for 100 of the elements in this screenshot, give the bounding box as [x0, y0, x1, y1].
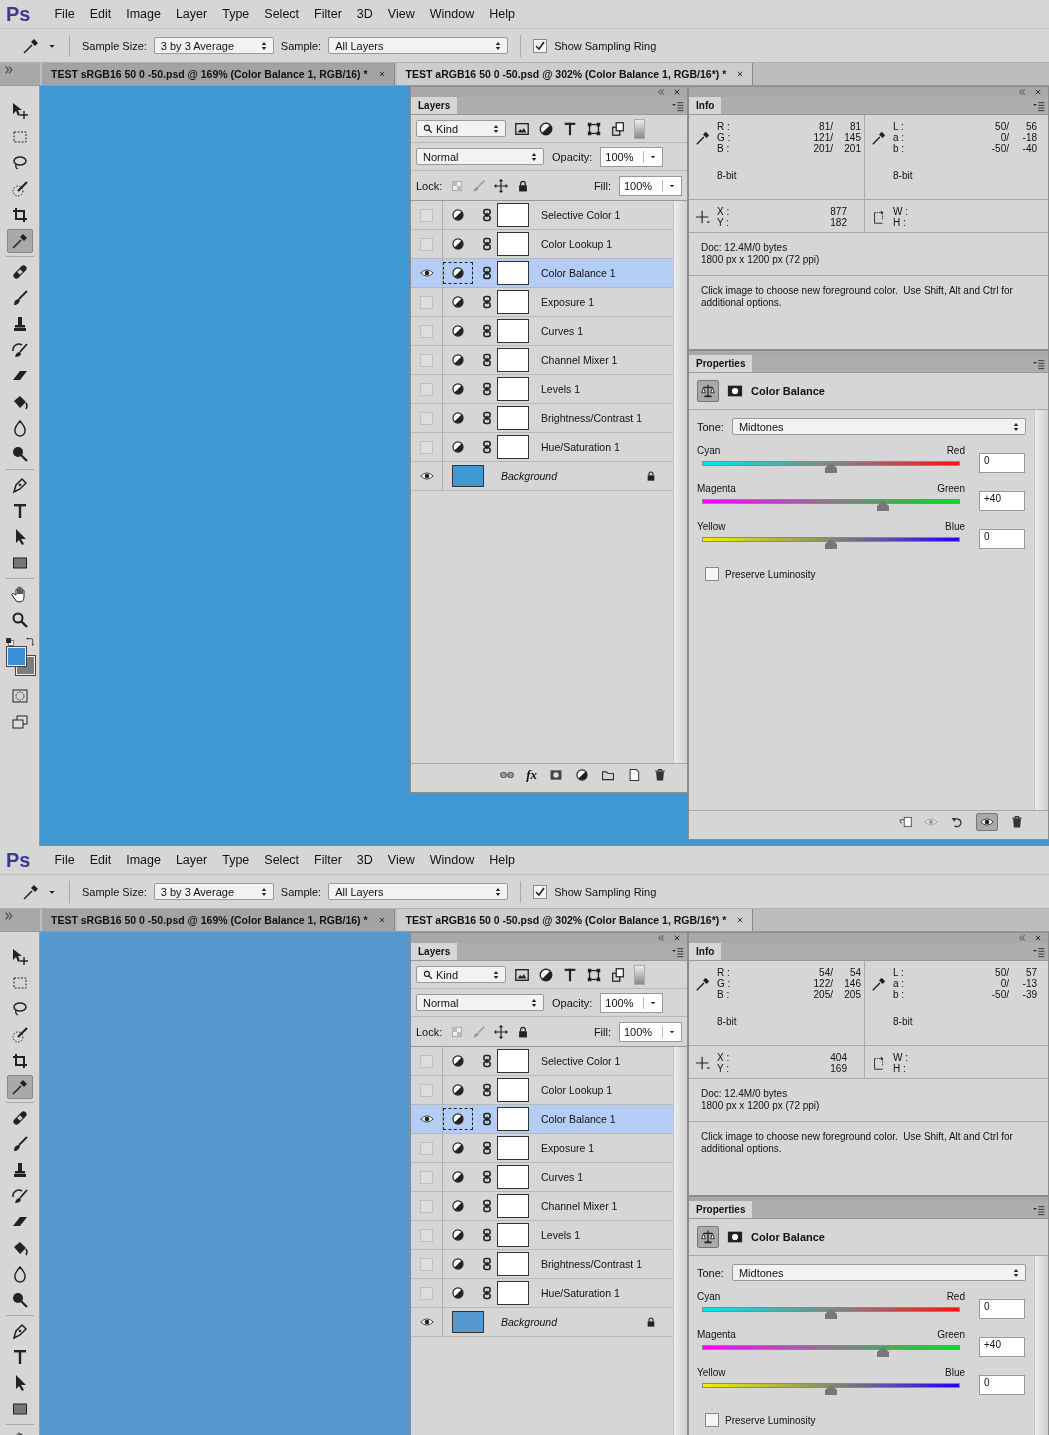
panel-tab[interactable]: Layers [411, 97, 458, 114]
slider-thumb[interactable] [825, 539, 837, 549]
chain-link-icon[interactable] [480, 382, 494, 396]
filter-toggle[interactable] [634, 964, 645, 985]
chain-link-icon[interactable] [480, 266, 494, 280]
menu-item[interactable]: Filter [314, 853, 342, 867]
swap-colors-icon[interactable] [24, 637, 35, 647]
sampling-ring-checkbox[interactable] [533, 884, 548, 899]
menu-item[interactable]: Select [264, 7, 300, 21]
smart-object-filter-icon[interactable] [610, 120, 626, 137]
eyedropper-icon[interactable] [695, 975, 711, 992]
chain-link-icon[interactable] [480, 1228, 494, 1242]
sample-size-dropdown[interactable]: 3 by 3 Average [153, 883, 274, 900]
layer-row[interactable]: Curves 1 [411, 1163, 673, 1192]
menu-item[interactable]: Type [222, 7, 250, 21]
opacity-field[interactable]: 100% [600, 992, 664, 1013]
slider-track[interactable] [702, 1304, 960, 1319]
layer-row[interactable]: Selective Color 1 [411, 1047, 673, 1076]
slider-thumb[interactable] [876, 1347, 889, 1357]
close-icon[interactable] [1034, 934, 1042, 942]
document-tab[interactable]: TEST sRGB16 50 0 -50.psd @ 169% (Color Balance 1, RGB/16) * [42, 909, 395, 931]
slider-track[interactable] [702, 1380, 960, 1395]
slider-track[interactable] [702, 1342, 960, 1357]
visibility-toggle[interactable] [420, 295, 433, 309]
layer-row[interactable]: Levels 1 [411, 1221, 673, 1250]
eye-icon[interactable] [419, 1315, 434, 1329]
eyedropper-icon[interactable] [22, 882, 40, 901]
close-icon[interactable] [736, 70, 745, 78]
sample-dropdown[interactable]: All Layers [328, 37, 509, 54]
layer-row[interactable]: Color Balance 1 [411, 259, 673, 288]
filter-kind-dropdown[interactable]: Kind [416, 120, 506, 137]
menu-item[interactable]: Image [126, 853, 161, 867]
collapse-icon[interactable] [1018, 934, 1026, 942]
sample-dropdown[interactable]: All Layers [328, 883, 509, 900]
panel-menu-icon[interactable] [1033, 1203, 1045, 1216]
layer-row[interactable]: Exposure 1 [411, 288, 673, 317]
layer-row[interactable]: Background [411, 462, 673, 491]
menu-item[interactable]: Window [429, 853, 475, 867]
visibility-toggle[interactable] [420, 382, 433, 396]
chain-link-icon[interactable] [480, 440, 494, 454]
eyedropper-icon[interactable] [22, 36, 40, 55]
slider-track[interactable] [702, 496, 960, 511]
lock-position-icon[interactable] [494, 1024, 509, 1039]
crosshair-icon[interactable] [695, 1055, 711, 1071]
panel-menu-icon[interactable] [672, 945, 684, 958]
panel-tab[interactable]: Layers [411, 943, 458, 960]
chain-link-icon[interactable] [480, 208, 494, 222]
eye-icon[interactable] [419, 469, 434, 483]
chain-link-icon[interactable] [480, 237, 494, 251]
menu-item[interactable]: View [387, 7, 415, 21]
reset-icon[interactable] [950, 815, 964, 829]
preserve-luminosity-checkbox[interactable] [705, 567, 719, 581]
layer-row[interactable]: Exposure 1 [411, 1134, 673, 1163]
visibility-toggle[interactable] [420, 1054, 433, 1068]
layer-row[interactable]: Hue/Saturation 1 [411, 433, 673, 462]
adjustment-filter-icon[interactable] [538, 966, 554, 983]
visibility-toggle[interactable] [420, 208, 433, 222]
close-icon[interactable] [377, 70, 386, 78]
chain-link-icon[interactable] [480, 353, 494, 367]
visibility-toggle[interactable] [420, 1257, 433, 1271]
menu-item[interactable]: Type [222, 853, 250, 867]
document-tab[interactable]: TEST aRGB16 50 0 -50.psd @ 302% (Color Balance 1, RGB/16*) * [396, 909, 754, 931]
folder-icon[interactable] [601, 768, 615, 782]
chain-link-icon[interactable] [480, 295, 494, 309]
scrollbar[interactable] [1034, 410, 1048, 810]
smart-object-filter-icon[interactable] [610, 966, 626, 983]
panel-tab[interactable]: Info [689, 943, 722, 960]
image-filter-icon[interactable] [514, 966, 530, 983]
slider-thumb[interactable] [876, 501, 889, 511]
visibility-toggle[interactable] [420, 324, 433, 338]
mask-icon[interactable] [727, 1229, 743, 1245]
chain-link-icon[interactable] [480, 1257, 494, 1271]
slider-track[interactable] [702, 458, 960, 473]
menu-item[interactable]: Layer [175, 7, 208, 21]
close-icon[interactable] [736, 916, 745, 924]
blend-mode-dropdown[interactable]: Normal [416, 994, 544, 1011]
slider-value-field[interactable]: 0 [979, 529, 1025, 549]
visibility-toggle[interactable] [420, 1199, 433, 1213]
layer-row[interactable]: Levels 1 [411, 375, 673, 404]
preserve-luminosity-label[interactable]: Preserve Luminosity [725, 1414, 816, 1426]
menu-item[interactable]: Layer [175, 853, 208, 867]
close-icon[interactable] [673, 88, 681, 96]
sampling-ring-label[interactable]: Show Sampling Ring [554, 39, 657, 52]
visibility-toggle[interactable] [420, 1141, 433, 1155]
mask-icon[interactable] [727, 383, 743, 399]
quick-mask-icon[interactable] [10, 687, 29, 705]
blend-mode-dropdown[interactable]: Normal [416, 148, 544, 165]
layer-row[interactable]: Curves 1 [411, 317, 673, 346]
fill-field[interactable]: 100% [619, 1021, 682, 1042]
close-icon[interactable] [1034, 88, 1042, 96]
crosshair-icon[interactable] [695, 209, 711, 225]
menu-item[interactable]: Help [489, 7, 515, 21]
collapse-icon[interactable] [657, 88, 665, 96]
visibility-toggle[interactable] [420, 1228, 433, 1242]
layer-row[interactable]: Background [411, 1308, 673, 1337]
trash-icon[interactable] [1010, 815, 1024, 829]
panel-tab[interactable]: Properties [689, 355, 753, 372]
image-filter-icon[interactable] [514, 120, 530, 137]
scrollbar[interactable] [673, 201, 687, 763]
menu-item[interactable]: Filter [314, 7, 342, 21]
